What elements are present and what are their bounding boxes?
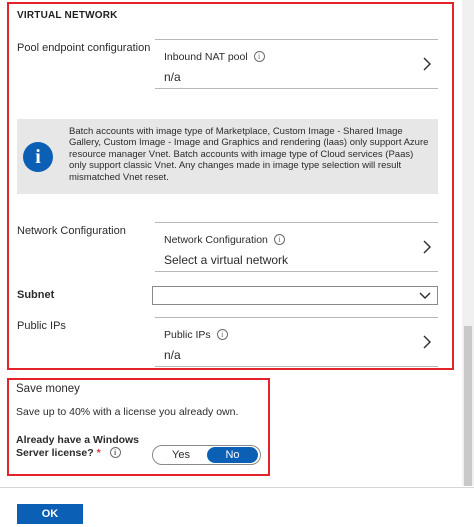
inbound-nat-pool-title: Inbound NAT pool [164, 51, 248, 63]
footer-divider [0, 487, 474, 488]
info-icon[interactable]: i [273, 234, 285, 245]
pool-endpoint-label: Pool endpoint configuration [17, 42, 151, 54]
network-configuration-picker[interactable]: Network Configuration i Select a virtual … [155, 222, 438, 272]
toggle-yes-option[interactable]: Yes [155, 447, 207, 463]
chevron-down-icon [419, 292, 431, 299]
inbound-nat-pool-picker[interactable]: Inbound NAT pool i n/a [155, 39, 438, 89]
chevron-right-icon [423, 335, 431, 349]
public-ips-picker[interactable]: Public IPs i n/a [155, 317, 438, 367]
windows-license-text: Already have a Windows Server license? [16, 434, 140, 459]
toggle-no-option[interactable]: No [207, 447, 258, 463]
chevron-right-icon [423, 57, 431, 71]
windows-license-label: Already have a Windows Server license? *… [16, 434, 146, 460]
windows-license-toggle[interactable]: Yes No [152, 445, 261, 465]
info-icon[interactable]: i [109, 447, 121, 458]
ok-button[interactable]: OK [17, 504, 83, 524]
save-money-heading: Save money [16, 383, 80, 395]
network-configuration-label: Network Configuration [17, 225, 126, 237]
info-message-box: i Batch accounts with image type of Mark… [17, 119, 438, 194]
chevron-right-icon [423, 240, 431, 254]
info-message-text: Batch accounts with image type of Market… [69, 126, 429, 183]
public-ips-value: n/a [164, 348, 181, 362]
subnet-label: Subnet [17, 289, 55, 301]
info-icon: i [23, 142, 53, 172]
required-marker: * [96, 447, 101, 459]
network-configuration-title: Network Configuration [164, 234, 268, 246]
inbound-nat-pool-value: n/a [164, 70, 181, 84]
save-money-description: Save up to 40% with a license you alread… [16, 406, 239, 418]
public-ips-title: Public IPs [164, 329, 211, 341]
subnet-dropdown[interactable] [152, 286, 438, 305]
virtual-network-heading: VIRTUAL NETWORK [17, 10, 118, 21]
scrollbar-thumb[interactable] [464, 326, 472, 486]
info-icon[interactable]: i [216, 329, 228, 340]
info-icon[interactable]: i [253, 51, 265, 62]
public-ips-label: Public IPs [17, 320, 66, 332]
network-configuration-value: Select a virtual network [164, 253, 289, 267]
